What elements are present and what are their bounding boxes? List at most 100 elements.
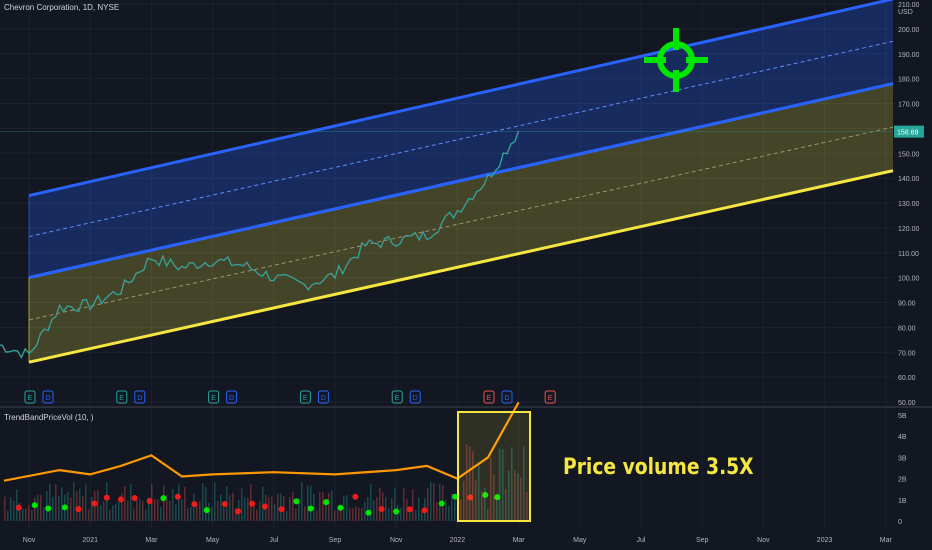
- volume-bar: [223, 507, 225, 521]
- earnings-marker-label: E: [211, 395, 216, 402]
- volume-bar: [109, 509, 111, 521]
- volume-signal-down: [352, 493, 359, 500]
- volume-bar: [418, 497, 420, 521]
- chart-canvas: 210.00200.00190.00180.00170.00160.00150.…: [0, 0, 932, 550]
- volume-bar: [412, 489, 414, 521]
- volume-bar: [49, 483, 51, 521]
- y-tick-label: 90.00: [898, 301, 916, 308]
- volume-bar: [91, 496, 93, 521]
- x-tick-label: Mar: [880, 537, 893, 544]
- volume-bar: [4, 496, 6, 521]
- volume-bar: [346, 495, 348, 521]
- volume-bar: [79, 488, 81, 521]
- x-tick-label: 2022: [450, 537, 466, 544]
- volume-signal-up: [337, 504, 344, 511]
- y-tick-label: 100.00: [898, 276, 920, 283]
- chart-title: Chevron Corporation, 1D, NYSE: [4, 3, 120, 12]
- volume-y-tick-label: 0: [898, 519, 902, 526]
- volume-bar: [31, 510, 33, 521]
- dividend-marker-label: D: [321, 395, 326, 402]
- x-tick-label: 2021: [82, 537, 98, 544]
- volume-bar: [436, 501, 438, 521]
- volume-bar: [82, 495, 84, 521]
- y-tick-label: 190.00: [898, 52, 920, 59]
- volume-y-tick-label: 2B: [898, 477, 907, 484]
- y-tick-label: 120.00: [898, 226, 920, 233]
- volume-bar: [22, 508, 24, 521]
- volume-bar: [358, 507, 360, 521]
- volume-signal-up: [393, 508, 400, 515]
- volume-bar: [10, 497, 12, 521]
- volume-signal-down: [421, 507, 428, 514]
- volume-bar: [175, 504, 177, 521]
- volume-bar: [310, 485, 312, 521]
- volume-signal-down: [378, 506, 385, 513]
- volume-bar: [400, 507, 402, 521]
- volume-bar: [328, 493, 330, 521]
- volume-bar: [448, 505, 450, 521]
- y-axis-unit: USD: [898, 9, 913, 16]
- x-tick-label: Nov: [23, 537, 36, 544]
- earnings-marker-label: E: [487, 395, 492, 402]
- volume-bar: [385, 497, 387, 521]
- volume-signal-up: [307, 505, 314, 512]
- volume-bar: [289, 497, 291, 521]
- volume-bar: [394, 487, 396, 521]
- volume-bar: [277, 493, 279, 521]
- volume-bar: [352, 508, 354, 521]
- volume-bar: [190, 506, 192, 521]
- y-tick-label: 70.00: [898, 350, 916, 357]
- volume-bar: [169, 500, 171, 521]
- volume-bar: [205, 487, 207, 521]
- volume-bar: [370, 484, 372, 521]
- volume-bar: [355, 506, 357, 521]
- volume-bar: [103, 501, 105, 521]
- volume-signal-down: [235, 508, 242, 515]
- volume-bar: [229, 495, 231, 521]
- volume-bar: [199, 501, 201, 521]
- volume-bar: [142, 501, 144, 521]
- volume-signal-up: [438, 500, 445, 507]
- volume-bar: [454, 500, 456, 521]
- x-tick-label: Mar: [145, 537, 158, 544]
- volume-signal-up: [160, 495, 167, 502]
- volume-bar: [409, 510, 411, 521]
- volume-bar: [361, 507, 363, 521]
- earnings-marker-label: E: [28, 395, 33, 402]
- volume-bar: [25, 508, 27, 521]
- volume-bar: [70, 497, 72, 521]
- volume-bar: [160, 507, 162, 521]
- volume-y-tick-label: 1B: [898, 498, 907, 505]
- dividend-marker-label: D: [137, 395, 142, 402]
- y-tick-label: 150.00: [898, 151, 920, 158]
- x-tick-label: Nov: [390, 537, 403, 544]
- volume-bar: [373, 500, 375, 521]
- volume-signal-down: [221, 501, 228, 508]
- volume-signal-up: [45, 505, 52, 512]
- volume-bar: [247, 497, 249, 521]
- volume-bar: [220, 494, 222, 521]
- volume-bar: [172, 489, 174, 521]
- volume-bar: [118, 501, 120, 521]
- x-tick-label: Jul: [637, 537, 646, 544]
- volume-bar: [97, 490, 99, 521]
- volume-bar: [451, 493, 453, 521]
- volume-signal-down: [75, 506, 82, 513]
- dividend-marker-label: D: [46, 395, 51, 402]
- volume-y-tick-label: 3B: [898, 455, 907, 462]
- y-tick-label: 50.00: [898, 400, 916, 407]
- volume-bar: [112, 505, 114, 521]
- volume-bar: [367, 497, 369, 521]
- volume-bar: [13, 500, 15, 521]
- volume-signal-down: [103, 494, 110, 501]
- volume-signal-down: [131, 495, 138, 502]
- y-tick-label: 210.00: [898, 2, 920, 9]
- volume-signal-up: [61, 504, 68, 511]
- volume-bar: [403, 488, 405, 521]
- volume-signal-up: [365, 509, 372, 516]
- volume-bar: [415, 510, 417, 521]
- volume-bar: [304, 505, 306, 521]
- y-tick-label: 110.00: [898, 251, 919, 258]
- volume-bar: [187, 508, 189, 521]
- volume-bar: [52, 497, 54, 521]
